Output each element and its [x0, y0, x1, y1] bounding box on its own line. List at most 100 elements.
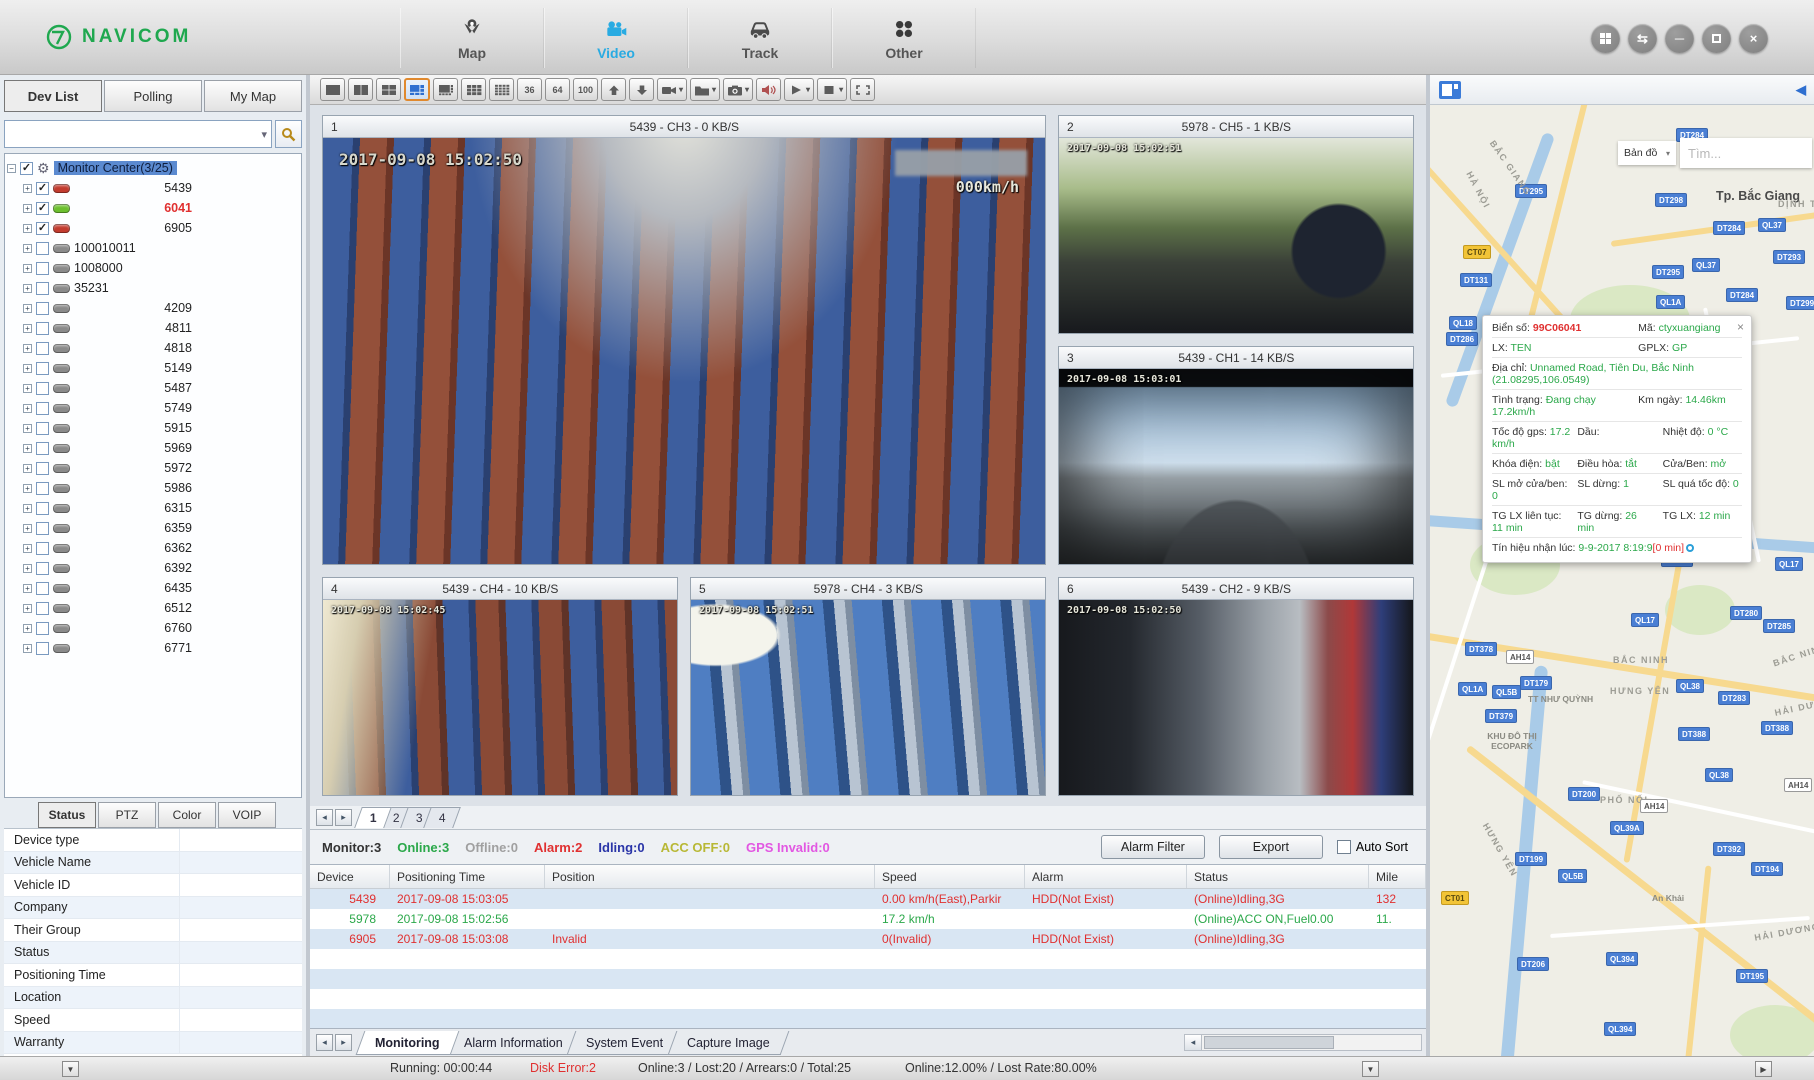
tab-my-map[interactable]: My Map [204, 80, 302, 112]
device-checkbox[interactable] [36, 282, 49, 295]
root-checkbox[interactable]: ✓ [20, 162, 33, 175]
toolbar-layout-4[interactable] [376, 78, 401, 101]
tree-item[interactable]: +6771 [7, 638, 299, 658]
device-checkbox[interactable] [36, 402, 49, 415]
tab-monitoring[interactable]: Monitoring [356, 1031, 459, 1055]
video-tile-2[interactable]: 25978 - CH5 - 1 KB/S2017-09-08 15:02:51 [1058, 115, 1414, 334]
device-checkbox[interactable] [36, 562, 49, 575]
expand-icon[interactable]: + [23, 224, 32, 233]
expand-icon[interactable]: + [23, 544, 32, 553]
device-checkbox[interactable] [36, 382, 49, 395]
tree-item[interactable]: +4811 [7, 318, 299, 338]
panel-layout-icon[interactable] [1438, 80, 1462, 100]
toolbar-fullscreen[interactable] [850, 78, 875, 101]
device-checkbox[interactable]: ✓ [36, 202, 49, 215]
nav-track[interactable]: Track [688, 8, 832, 68]
gear-icon[interactable]: ⚙ [37, 162, 50, 175]
toolbar-page-down[interactable] [629, 78, 654, 101]
tree-item[interactable]: +✓5439 [7, 178, 299, 198]
tile-video[interactable]: 2017-09-08 15:02:50 [1059, 600, 1413, 795]
table-row[interactable]: 69052017-09-08 15:03:08Invalid0(Invalid)… [310, 929, 1426, 949]
expand-icon[interactable]: + [23, 604, 32, 613]
tab-polling[interactable]: Polling [104, 80, 202, 112]
toolbar-grid-36[interactable]: 36 [517, 78, 542, 101]
device-checkbox[interactable] [36, 642, 49, 655]
device-checkbox[interactable] [36, 362, 49, 375]
tile-video[interactable]: 2017-09-08 15:02:45 [323, 600, 677, 795]
expand-icon[interactable]: + [23, 344, 32, 353]
video-tile-6[interactable]: 65439 - CH2 - 9 KB/S2017-09-08 15:02:50 [1058, 577, 1414, 796]
tab-color[interactable]: Color [158, 802, 216, 828]
tile-video[interactable]: 2017-09-08 15:02:50000km/h [323, 138, 1045, 564]
export-button[interactable]: Export [1219, 835, 1323, 859]
expand-icon[interactable]: + [23, 444, 32, 453]
chevron-down-icon[interactable]: ▾ [839, 85, 843, 94]
tree-item[interactable]: +5986 [7, 478, 299, 498]
toolbar-folder[interactable]: ▾ [690, 78, 720, 101]
toolbar-camera[interactable]: ▾ [657, 78, 687, 101]
tile-video[interactable]: 2017-09-08 15:02:51 [1059, 138, 1413, 333]
column-header[interactable]: Status [1187, 865, 1369, 888]
tree-item[interactable]: +6435 [7, 578, 299, 598]
expand-icon[interactable]: + [23, 264, 32, 273]
statusbar-dropdown-mid[interactable]: ▼ [1362, 1061, 1379, 1077]
toolbar-audio[interactable] [756, 78, 781, 101]
tree-item[interactable]: +5972 [7, 458, 299, 478]
expand-icon[interactable]: + [23, 564, 32, 573]
toolbar-play[interactable]: ▾ [784, 78, 814, 101]
map-search-input[interactable] [1680, 138, 1812, 168]
map-type-selector[interactable]: Bản đồ ▾ [1618, 141, 1676, 165]
device-checkbox[interactable] [36, 242, 49, 255]
statusbar-dropdown-left[interactable]: ▼ [62, 1061, 79, 1077]
device-checkbox[interactable] [36, 262, 49, 275]
expand-icon[interactable]: + [23, 324, 32, 333]
collapse-panel-icon[interactable]: ◀ [1796, 82, 1806, 98]
tabs-next-button[interactable]: ▸ [335, 1034, 352, 1051]
expand-icon[interactable]: + [23, 504, 32, 513]
toolbar-layout-8[interactable] [433, 78, 458, 101]
tree-item[interactable]: +5749 [7, 398, 299, 418]
device-checkbox[interactable] [36, 602, 49, 615]
expand-icon[interactable]: + [23, 624, 32, 633]
tree-item[interactable]: +5969 [7, 438, 299, 458]
expand-icon[interactable]: + [23, 284, 32, 293]
tree-item[interactable]: +6760 [7, 618, 299, 638]
tree-item[interactable]: +6315 [7, 498, 299, 518]
expand-icon[interactable]: + [23, 644, 32, 653]
expand-icon[interactable]: + [23, 524, 32, 533]
video-tile-4[interactable]: 45439 - CH4 - 10 KB/S2017-09-08 15:02:45 [322, 577, 678, 796]
toolbar-layout-9[interactable] [461, 78, 486, 101]
tree-item[interactable]: +4818 [7, 338, 299, 358]
tree-item[interactable]: +6359 [7, 518, 299, 538]
collapse-icon[interactable]: − [7, 164, 16, 173]
chevron-down-icon[interactable]: ▾ [806, 85, 810, 94]
scroll-left-arrow[interactable]: ◂ [1185, 1035, 1202, 1050]
expand-icon[interactable]: + [23, 424, 32, 433]
tree-item[interactable]: +4209 [7, 298, 299, 318]
page-prev-button[interactable]: ◂ [316, 809, 333, 826]
tab-ptz[interactable]: PTZ [98, 802, 156, 828]
alarm-filter-button[interactable]: Alarm Filter [1101, 835, 1205, 859]
tree-item[interactable]: +5149 [7, 358, 299, 378]
page-tab-4[interactable]: 4 [423, 807, 461, 828]
toolbar-grid-64[interactable]: 64 [545, 78, 570, 101]
nav-other[interactable]: Other [832, 8, 976, 68]
video-tile-1[interactable]: 15439 - CH3 - 0 KB/S2017-09-08 15:02:500… [322, 115, 1046, 565]
column-header[interactable]: Device [310, 865, 390, 888]
chevron-down-icon[interactable]: ▾ [712, 85, 716, 94]
map-canvas[interactable]: DT284DT295DT298Tp. Bắc GiangDỊNH TRÌQL37… [1430, 105, 1814, 1056]
device-checkbox[interactable] [36, 422, 49, 435]
tree-item[interactable]: +6392 [7, 558, 299, 578]
expand-icon[interactable]: + [23, 384, 32, 393]
restore-button[interactable] [1702, 24, 1731, 53]
device-checkbox[interactable]: ✓ [36, 222, 49, 235]
expand-icon[interactable]: + [23, 204, 32, 213]
column-header[interactable]: Positioning Time [390, 865, 545, 888]
expand-icon[interactable]: + [23, 484, 32, 493]
tree-item[interactable]: +100010011 [7, 238, 299, 258]
column-header[interactable]: Speed [875, 865, 1025, 888]
statusbar-expand-right[interactable]: ▶ [1755, 1061, 1772, 1077]
device-search-input[interactable]: ▾ [4, 120, 272, 148]
device-checkbox[interactable]: ✓ [36, 182, 49, 195]
toolbar-layout-16[interactable] [489, 78, 514, 101]
